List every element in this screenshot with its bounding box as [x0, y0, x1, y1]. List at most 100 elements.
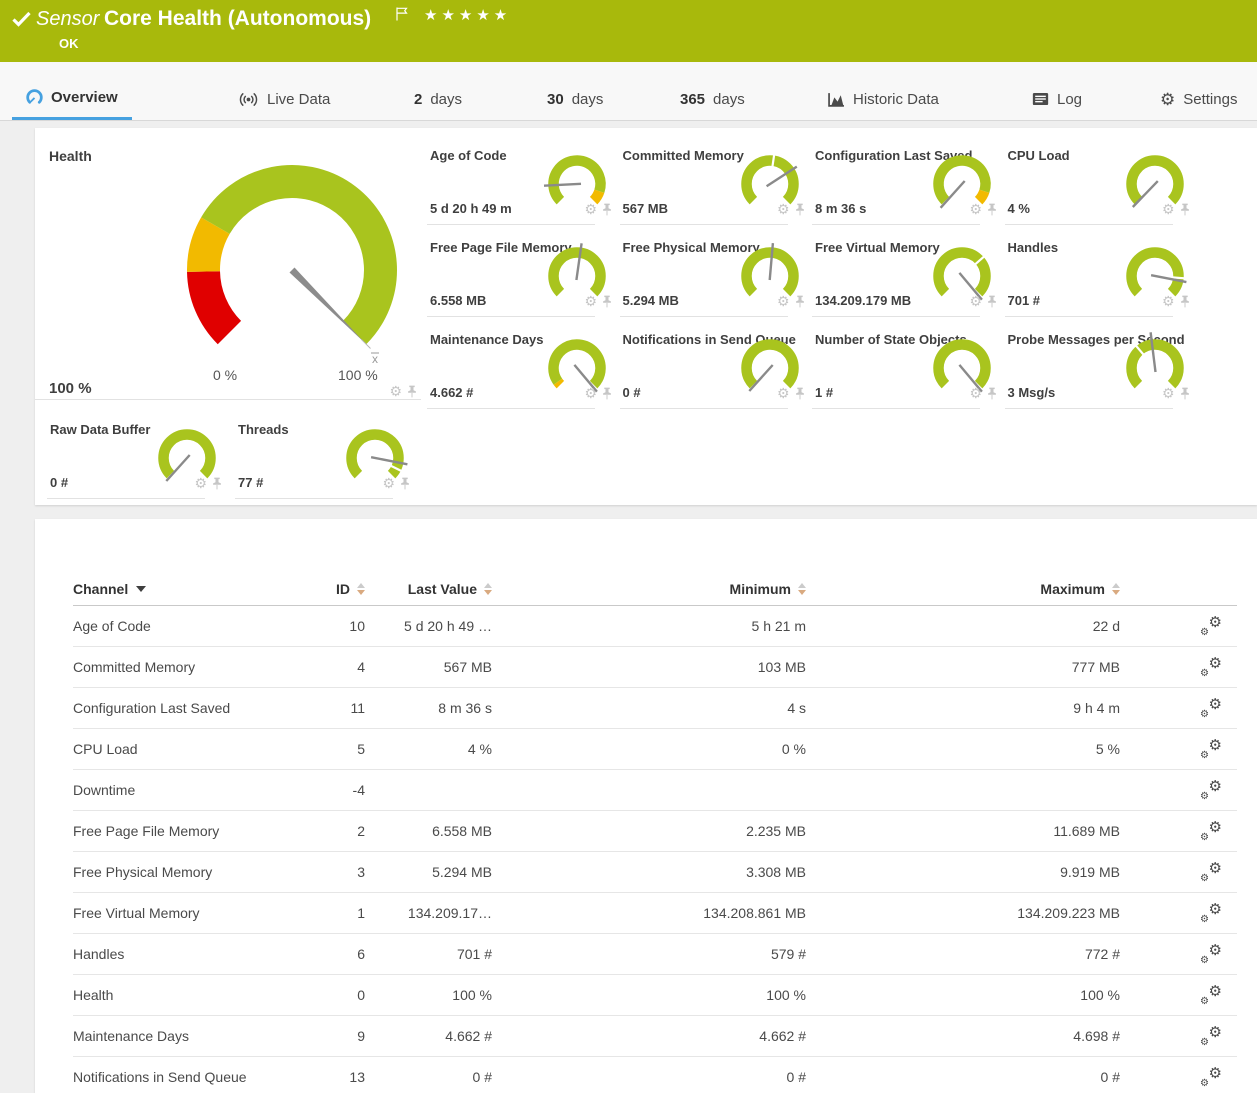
channel-settings-icon[interactable]: ⚙⚙: [1202, 943, 1222, 963]
gauge-card-free-page-file-memory[interactable]: Free Page File Memory6.558 MB⚙: [425, 238, 617, 317]
gauge-actions: ⚙: [1162, 294, 1190, 308]
gauge-actions: ⚙: [777, 202, 805, 216]
gear-icon[interactable]: ⚙: [1162, 202, 1175, 216]
gear-icon[interactable]: ⚙: [382, 476, 395, 490]
table-row[interactable]: Free Page File Memory26.558 MB2.235 MB11…: [73, 811, 1237, 852]
log-icon: [1032, 92, 1049, 106]
pin-icon[interactable]: [795, 203, 805, 216]
column-header-last-value[interactable]: Last Value: [365, 581, 492, 597]
gear-icon[interactable]: ⚙: [969, 386, 982, 400]
channel-settings-icon[interactable]: ⚙⚙: [1202, 738, 1222, 758]
pin-icon[interactable]: [795, 295, 805, 308]
tab-label: Historic Data: [853, 91, 939, 108]
tab-365-days[interactable]: 365days: [666, 62, 759, 120]
gear-icon[interactable]: ⚙: [584, 386, 597, 400]
priority-stars[interactable]: ★★★★★: [424, 6, 511, 24]
gear-icon[interactable]: ⚙: [194, 476, 207, 490]
channel-settings-icon[interactable]: ⚙⚙: [1202, 902, 1222, 922]
pin-icon[interactable]: [1180, 387, 1190, 400]
gear-icon[interactable]: ⚙: [1162, 294, 1175, 308]
channel-id: 1: [330, 905, 365, 921]
gear-icon[interactable]: ⚙: [969, 202, 982, 216]
gear-icon[interactable]: ⚙: [1162, 386, 1175, 400]
column-header-minimum[interactable]: Minimum: [492, 581, 806, 597]
pin-icon[interactable]: [602, 387, 612, 400]
table-row[interactable]: Health0100 %100 %100 %⚙⚙: [73, 975, 1237, 1016]
maximum: 22 d: [806, 618, 1120, 634]
gauge-title: Raw Data Buffer: [50, 422, 150, 437]
tab-settings[interactable]: ⚙Settings: [1146, 62, 1251, 120]
gear-icon[interactable]: ⚙: [584, 294, 597, 308]
column-header-id[interactable]: ID: [330, 581, 365, 597]
tab-log[interactable]: Log: [1018, 62, 1096, 120]
pin-icon[interactable]: [400, 477, 410, 490]
gear-icon[interactable]: ⚙: [584, 202, 597, 216]
table-row[interactable]: Age of Code105 d 20 h 49 …5 h 21 m22 d⚙⚙: [73, 606, 1237, 647]
table-row[interactable]: Maintenance Days94.662 #4.662 #4.698 #⚙⚙: [73, 1016, 1237, 1057]
gear-icon[interactable]: ⚙: [969, 294, 982, 308]
channel-settings-icon[interactable]: ⚙⚙: [1202, 1066, 1222, 1086]
gear-icon[interactable]: ⚙: [389, 384, 402, 398]
pin-icon[interactable]: [602, 203, 612, 216]
gauge-card-age-of-code[interactable]: Age of Code5 d 20 h 49 m⚙: [425, 146, 617, 225]
gear-icon[interactable]: ⚙: [777, 294, 790, 308]
table-row[interactable]: Free Virtual Memory1134.209.17…134.208.8…: [73, 893, 1237, 934]
channel-settings-icon[interactable]: ⚙⚙: [1202, 861, 1222, 881]
tab-live-data[interactable]: Live Data: [224, 62, 344, 120]
pin-icon[interactable]: [987, 295, 997, 308]
gauge-card-notifications-in-send-queue[interactable]: Notifications in Send Queue0 #⚙: [618, 330, 810, 409]
pin-icon[interactable]: [987, 203, 997, 216]
gauge-card-handles[interactable]: Handles701 #⚙: [1003, 238, 1195, 317]
channel-settings-icon[interactable]: ⚙⚙: [1202, 615, 1222, 635]
pin-icon[interactable]: [407, 385, 417, 398]
gauge-actions: ⚙: [777, 386, 805, 400]
gauge-card-committed-memory[interactable]: Committed Memory567 MB⚙: [618, 146, 810, 225]
gauge-title: Maintenance Days: [430, 332, 543, 347]
pin-icon[interactable]: [1180, 295, 1190, 308]
pin-icon[interactable]: [1180, 203, 1190, 216]
gauge-dial: x: [172, 164, 412, 374]
gauge-card-number-of-state-objects[interactable]: Number of State Objects1 #⚙: [810, 330, 1002, 409]
gauge-card-raw-data-buffer[interactable]: Raw Data Buffer0 #⚙: [45, 420, 227, 499]
column-header-channel[interactable]: Channel: [73, 581, 330, 597]
table-row[interactable]: Downtime-4⚙⚙: [73, 770, 1237, 811]
gauge-card-health[interactable]: Health x 0 % 100 % 100 % ⚙: [49, 146, 425, 400]
gauge-card-threads[interactable]: Threads77 #⚙: [233, 420, 415, 499]
table-row[interactable]: Handles6701 #579 #772 #⚙⚙: [73, 934, 1237, 975]
channel-settings-icon[interactable]: ⚙⚙: [1202, 984, 1222, 1004]
channel-settings-icon[interactable]: ⚙⚙: [1202, 697, 1222, 717]
table-row[interactable]: Configuration Last Saved118 m 36 s4 s9 h…: [73, 688, 1237, 729]
gauge-card-cpu-load[interactable]: CPU Load4 %⚙: [1003, 146, 1195, 225]
gauge-card-free-physical-memory[interactable]: Free Physical Memory5.294 MB⚙: [618, 238, 810, 317]
channel-settings-icon[interactable]: ⚙⚙: [1202, 656, 1222, 676]
pin-icon[interactable]: [987, 387, 997, 400]
channel-settings-icon[interactable]: ⚙⚙: [1202, 820, 1222, 840]
pin-icon[interactable]: [602, 295, 612, 308]
gear-icon[interactable]: ⚙: [777, 202, 790, 216]
table-row[interactable]: Committed Memory4567 MB103 MB777 MB⚙⚙: [73, 647, 1237, 688]
channel-settings-icon[interactable]: ⚙⚙: [1202, 1025, 1222, 1045]
maximum: 4.698 #: [806, 1028, 1120, 1044]
gauge-card-maintenance-days[interactable]: Maintenance Days4.662 #⚙: [425, 330, 617, 409]
table-row[interactable]: CPU Load54 %0 %5 %⚙⚙: [73, 729, 1237, 770]
gauge-card-free-virtual-memory[interactable]: Free Virtual Memory134.209.179 MB⚙: [810, 238, 1002, 317]
flag-icon[interactable]: [396, 7, 408, 26]
gauge-card-configuration-last-saved[interactable]: Configuration Last Saved8 m 36 s⚙: [810, 146, 1002, 225]
channel-settings-icon[interactable]: ⚙⚙: [1202, 779, 1222, 799]
sensor-status-badge: OK: [59, 36, 79, 51]
tab-2-days[interactable]: 2days: [400, 62, 476, 120]
pin-icon[interactable]: [795, 387, 805, 400]
tab-30-days[interactable]: 30days: [533, 62, 617, 120]
pin-icon[interactable]: [212, 477, 222, 490]
tab-historic-data[interactable]: Historic Data: [814, 62, 953, 120]
table-row[interactable]: Free Physical Memory35.294 MB3.308 MB9.9…: [73, 852, 1237, 893]
column-header-maximum[interactable]: Maximum: [806, 581, 1120, 597]
gauge-title: CPU Load: [1008, 148, 1070, 163]
gear-icon[interactable]: ⚙: [777, 386, 790, 400]
table-row[interactable]: Notifications in Send Queue130 #0 #0 #⚙⚙: [73, 1057, 1237, 1093]
tab-overview[interactable]: Overview: [12, 62, 132, 120]
gauge-card-probe-messages-per-second[interactable]: Probe Messages per Second3 Msg/s⚙: [1003, 330, 1195, 409]
bottom-gauge-row: Raw Data Buffer0 #⚙Threads77 #⚙: [45, 420, 435, 500]
channel-name: Free Physical Memory: [73, 864, 330, 880]
tab-bar: Overview Live Data 2days 30days 365days Histo…: [0, 62, 1257, 121]
